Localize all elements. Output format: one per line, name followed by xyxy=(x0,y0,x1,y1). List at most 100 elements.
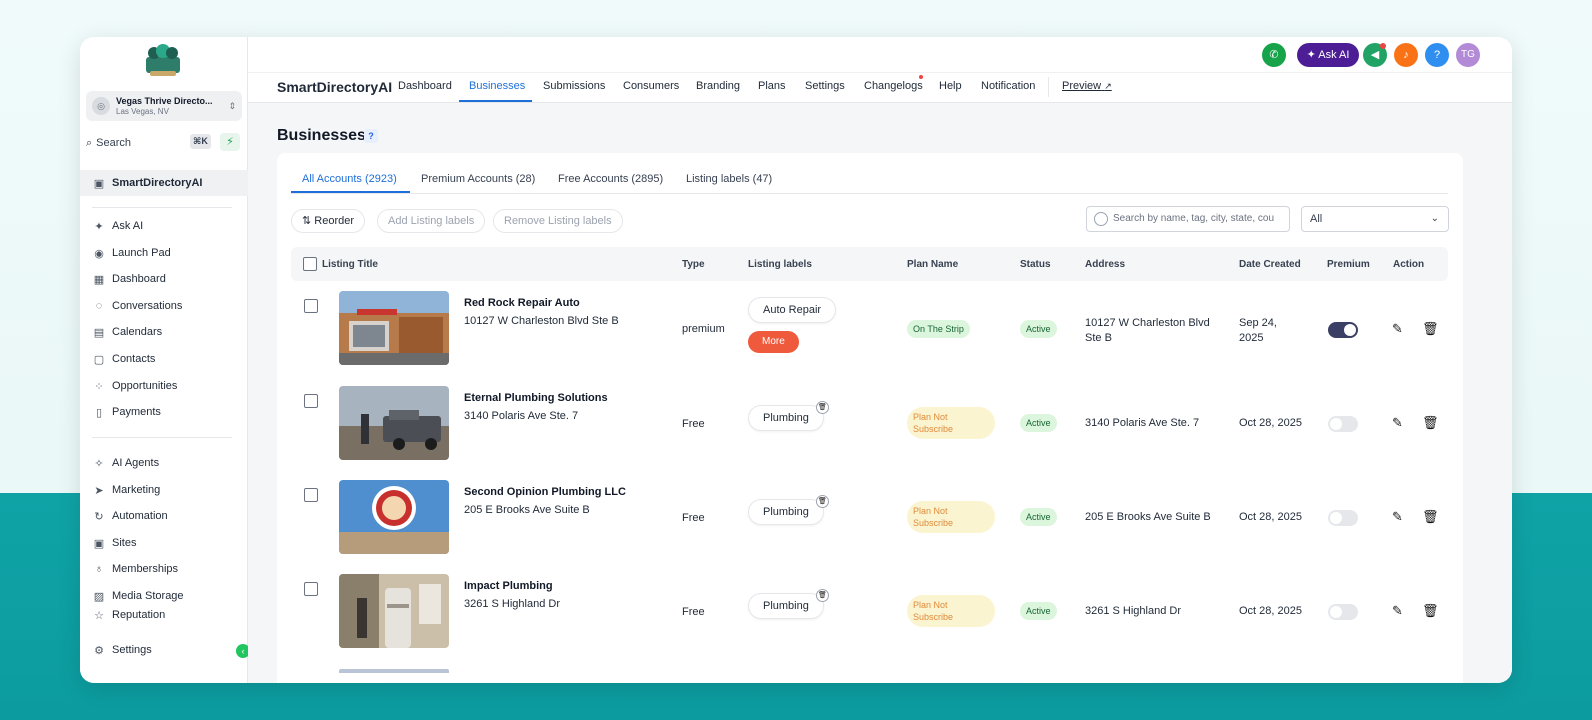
phone-icon[interactable]: ✆ xyxy=(1262,43,1286,67)
plan-badge: Plan Not Subscribe xyxy=(907,407,995,439)
col-plan-name[interactable]: Plan Name xyxy=(907,259,958,270)
row-checkbox[interactable] xyxy=(304,582,318,596)
sidebar-item-dashboard[interactable]: ▦ Dashboard xyxy=(80,266,248,292)
payments-icon: ▯ xyxy=(95,406,103,419)
bolt-icon[interactable]: ⚡ xyxy=(220,133,240,151)
businesses-card: All Accounts (2923) Premium Accounts (28… xyxy=(277,153,1463,683)
listing-title[interactable]: Eternal Plumbing Solutions xyxy=(464,392,608,404)
listing-thumbnail xyxy=(339,291,449,365)
nav-help[interactable]: Help xyxy=(939,80,962,92)
sidebar-item-label: Ask AI xyxy=(112,220,144,232)
listing-title[interactable]: Second Opinion Plumbing LLC xyxy=(464,486,626,498)
tab-all-accounts[interactable]: All Accounts (2923) xyxy=(302,173,397,185)
search-input[interactable]: Search by name, tag, city, state, cou xyxy=(1086,206,1290,232)
sidebar-item-sites[interactable]: ▣ Sites xyxy=(80,530,248,556)
sidebar-item-launch-pad[interactable]: ◉ Launch Pad xyxy=(80,240,248,266)
listing-title[interactable]: Impact Plumbing xyxy=(464,580,553,592)
nav-dashboard[interactable]: Dashboard xyxy=(398,80,452,92)
col-type[interactable]: Type xyxy=(682,259,705,270)
remove-label-icon[interactable]: 🗑 xyxy=(816,495,829,508)
remove-label-icon[interactable]: 🗑 xyxy=(816,401,829,414)
edit-pencil-icon[interactable]: ✎ xyxy=(1392,321,1403,337)
sidebar-item-ask-ai[interactable]: ✦ Ask AI xyxy=(80,213,248,239)
brand-title: SmartDirectoryAI xyxy=(277,79,393,95)
listing-label-chip[interactable]: Auto Repair xyxy=(748,297,837,323)
sidebar-item-memberships[interactable]: ♁ Memberships xyxy=(80,556,248,582)
nav-submissions[interactable]: Submissions xyxy=(543,80,605,92)
col-action[interactable]: Action xyxy=(1393,259,1424,270)
sidebar-item-smartdirectoryai[interactable]: ▣ SmartDirectoryAI xyxy=(80,170,248,196)
reorder-button[interactable]: ⇅ Reorder xyxy=(291,209,366,233)
sidebar-item-media-storage[interactable]: ▨ Media Storage xyxy=(80,583,248,609)
nav-changelogs[interactable]: Changelogs xyxy=(864,80,923,92)
trash-icon[interactable]: 🗑 xyxy=(1422,603,1439,619)
premium-toggle[interactable] xyxy=(1328,510,1358,526)
sidebar-item-label: AI Agents xyxy=(112,457,160,469)
premium-toggle[interactable] xyxy=(1328,416,1358,432)
sidebar-item-ai-agents[interactable]: ✧ AI Agents xyxy=(80,450,248,476)
nav-branding[interactable]: Branding xyxy=(696,80,740,92)
sidebar-item-calendars[interactable]: ▤ Calendars xyxy=(80,319,248,345)
premium-toggle[interactable] xyxy=(1328,604,1358,620)
tab-premium-accounts[interactable]: Premium Accounts (28) xyxy=(421,173,535,185)
avatar[interactable]: TG xyxy=(1456,43,1480,67)
col-listing-labels[interactable]: Listing labels xyxy=(748,259,812,270)
more-labels-button[interactable]: More xyxy=(748,331,799,353)
row-checkbox[interactable] xyxy=(304,299,318,313)
trash-icon[interactable]: 🗑 xyxy=(1422,321,1439,337)
edit-pencil-icon[interactable]: ✎ xyxy=(1392,415,1403,431)
nav-preview[interactable]: Preview ↗ xyxy=(1062,80,1112,92)
col-listing-title[interactable]: Listing Title xyxy=(322,259,378,270)
calendar-icon: ▤ xyxy=(93,326,105,339)
select-all-checkbox[interactable] xyxy=(303,257,317,271)
sidebar-item-opportunities[interactable]: ⁘ Opportunities xyxy=(80,373,248,399)
premium-toggle[interactable] xyxy=(1328,322,1358,338)
listing-thumbnail xyxy=(339,574,449,648)
plan-line-2: Subscribe xyxy=(913,518,954,528)
remove-listing-labels-button[interactable]: Remove Listing labels xyxy=(493,209,623,233)
edit-pencil-icon[interactable]: ✎ xyxy=(1392,509,1403,525)
add-listing-labels-button[interactable]: Add Listing labels xyxy=(377,209,486,233)
row-checkbox[interactable] xyxy=(304,488,318,502)
edit-pencil-icon[interactable]: ✎ xyxy=(1392,603,1403,619)
tab-listing-labels[interactable]: Listing labels (47) xyxy=(686,173,772,185)
nav-plans[interactable]: Plans xyxy=(758,80,786,92)
page-help-icon[interactable]: ? xyxy=(364,129,378,143)
filter-select[interactable]: All ⌄ xyxy=(1301,206,1449,232)
remove-label-icon[interactable]: 🗑 xyxy=(816,589,829,602)
listing-label-chip[interactable]: Plumbing xyxy=(748,499,824,525)
plan-badge: Plan Not Subscribe xyxy=(907,501,995,533)
nav-businesses[interactable]: Businesses xyxy=(469,80,525,92)
nav-settings[interactable]: Settings xyxy=(805,80,845,92)
tab-free-accounts[interactable]: Free Accounts (2895) xyxy=(558,173,663,185)
help-button[interactable]: ? xyxy=(1425,43,1449,67)
nav-consumers[interactable]: Consumers xyxy=(623,80,679,92)
col-address[interactable]: Address xyxy=(1085,259,1125,270)
search-placeholder: Search by name, tag, city, state, cou xyxy=(1113,213,1275,224)
sidebar-item-automation[interactable]: ↻ Automation xyxy=(80,503,248,529)
listing-title[interactable]: Red Rock Repair Auto xyxy=(464,297,580,309)
sidebar-item-label: SmartDirectoryAI xyxy=(112,177,203,189)
bell-icon[interactable]: ♪ xyxy=(1394,43,1418,67)
trash-icon[interactable]: 🗑 xyxy=(1422,509,1439,525)
chevron-down-icon: ⌄ xyxy=(1430,213,1439,224)
row-checkbox[interactable] xyxy=(304,394,318,408)
sidebar-item-settings[interactable]: ⚙ Settings xyxy=(80,637,248,663)
sidebar-item-conversations[interactable]: ◌ Conversations xyxy=(80,293,248,319)
location-switcher[interactable]: ◎ Vegas Thrive Directo... Las Vegas, NV … xyxy=(86,91,242,121)
col-date-created[interactable]: Date Created xyxy=(1239,259,1301,270)
sidebar-item-payments[interactable]: ▯ Payments xyxy=(80,399,248,425)
nav-notification[interactable]: Notification xyxy=(981,80,1035,92)
listing-type: Free xyxy=(682,418,705,430)
col-premium[interactable]: Premium xyxy=(1327,259,1370,270)
sidebar-item-marketing[interactable]: ➤ Marketing xyxy=(80,477,248,503)
col-status[interactable]: Status xyxy=(1020,259,1051,270)
sidebar-item-reputation[interactable]: ☆ Reputation xyxy=(80,609,248,623)
ask-ai-button[interactable]: ✦ Ask AI xyxy=(1297,43,1359,67)
grid-icon: ▦ xyxy=(93,273,105,286)
listing-label-chip[interactable]: Plumbing xyxy=(748,405,824,431)
trash-icon[interactable]: 🗑 xyxy=(1422,415,1439,431)
date-cell: Oct 28, 2025 xyxy=(1239,417,1302,429)
sidebar-item-contacts[interactable]: ▢ Contacts xyxy=(80,346,248,372)
listing-label-chip[interactable]: Plumbing xyxy=(748,593,824,619)
